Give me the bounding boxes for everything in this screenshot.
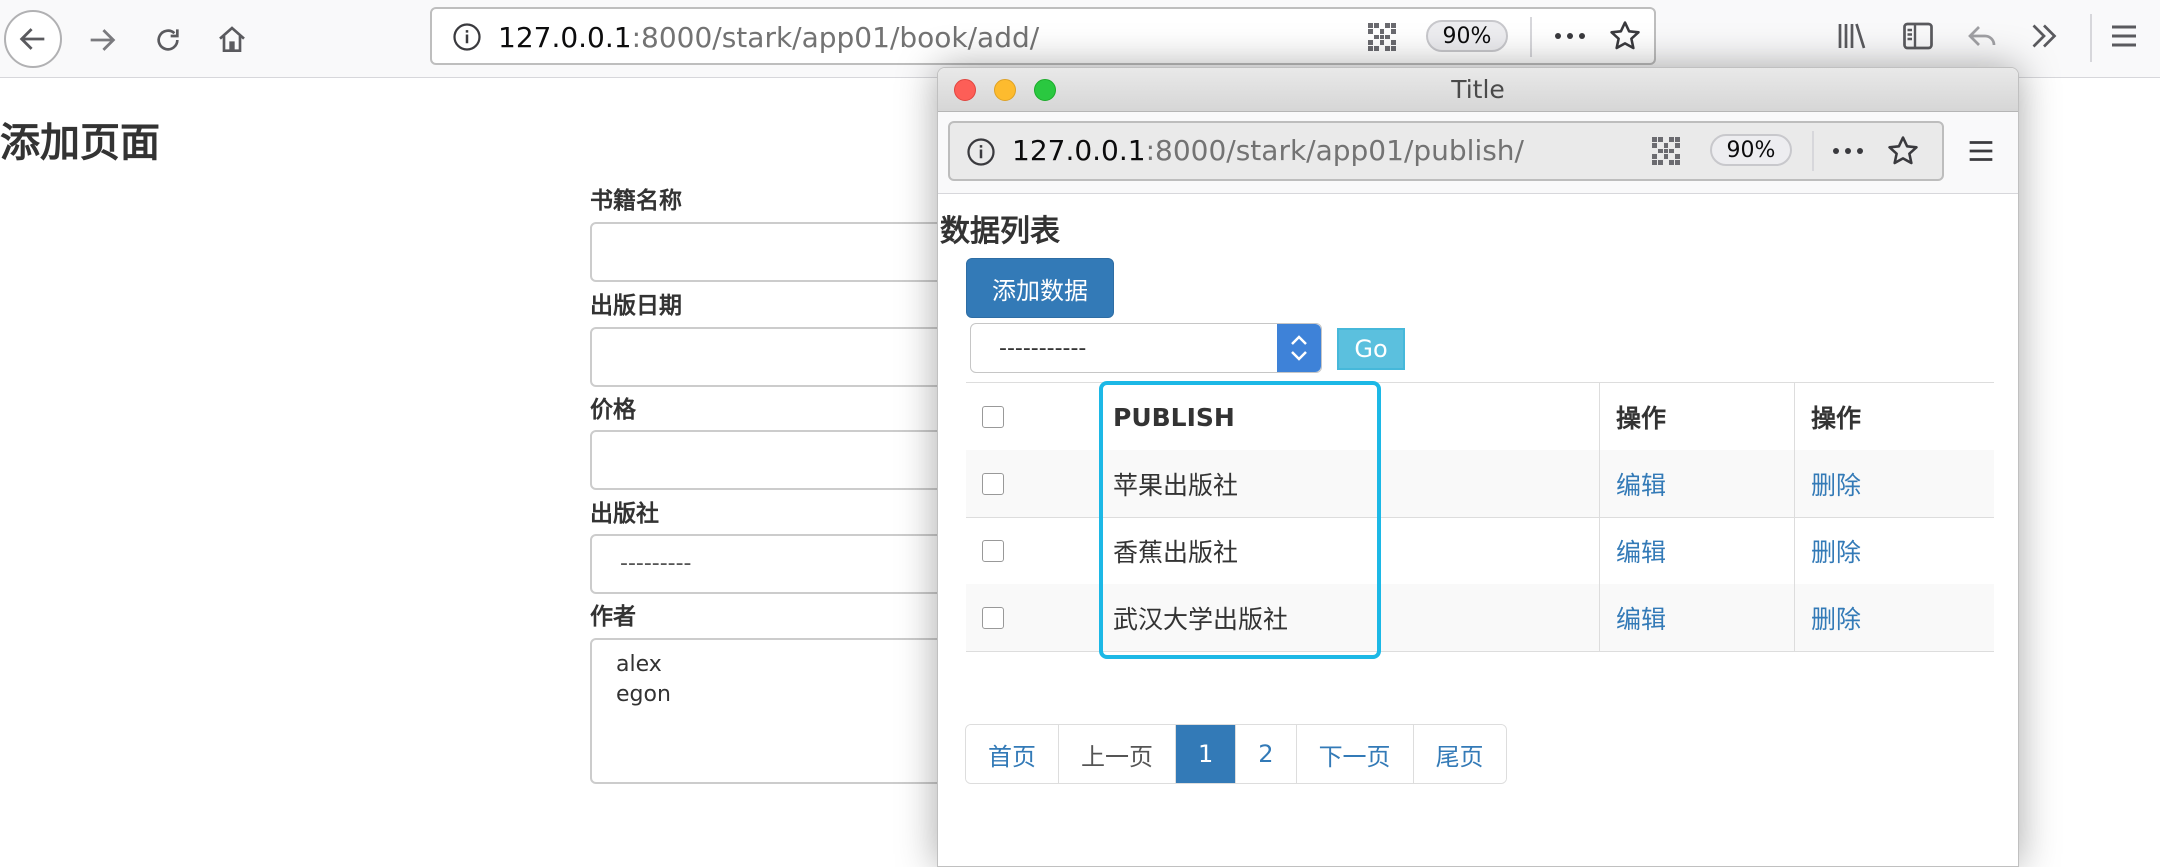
action-select-value: ----------- xyxy=(999,336,1087,361)
reply-icon[interactable] xyxy=(1964,18,2000,58)
divider xyxy=(2090,14,2092,62)
edit-cell: 编辑 xyxy=(1599,517,1811,584)
field-label-publish-date: 出版日期 xyxy=(590,293,682,319)
back-button[interactable] xyxy=(4,10,62,68)
popup-url-bar[interactable]: 127.0.0.1:8000/stark/app01/publish/ 90% xyxy=(948,121,1944,181)
delete-link[interactable]: 删除 xyxy=(1811,600,1861,636)
row-select-cell xyxy=(982,517,1004,584)
delete-link[interactable]: 删除 xyxy=(1811,533,1861,569)
edit-link[interactable]: 编辑 xyxy=(1616,533,1666,569)
field-label-price: 价格 xyxy=(590,397,636,423)
reload-button[interactable] xyxy=(146,18,190,62)
forward-button[interactable] xyxy=(80,18,124,62)
star-icon[interactable] xyxy=(1608,19,1642,57)
column-header-action-edit: 操作 xyxy=(1599,383,1811,451)
more-icon[interactable] xyxy=(1552,21,1588,55)
field-label-publisher: 出版社 xyxy=(590,501,659,527)
zoom-badge[interactable]: 90% xyxy=(1426,20,1508,52)
column-header-action-delete: 操作 xyxy=(1794,383,2011,451)
qr-code-icon[interactable] xyxy=(1368,23,1396,51)
add-data-button[interactable]: 添加数据 xyxy=(966,258,1114,318)
sidebar-icon[interactable] xyxy=(1900,18,1936,58)
row-select-cell xyxy=(982,450,1004,517)
page-title: 添加页面 xyxy=(0,120,160,166)
arrow-left-icon xyxy=(19,28,45,50)
page-last[interactable]: 尾页 xyxy=(1412,725,1506,783)
arrow-right-icon xyxy=(90,29,116,51)
row-checkbox[interactable] xyxy=(982,539,1004,562)
popup-url-text: 127.0.0.1:8000/stark/app01/publish/ xyxy=(1012,134,1524,167)
divider xyxy=(1530,17,1532,57)
edit-link[interactable]: 编辑 xyxy=(1616,466,1666,502)
delete-cell: 删除 xyxy=(1794,584,2011,651)
edit-cell: 编辑 xyxy=(1599,450,1811,517)
author-option-alex[interactable]: alex xyxy=(616,652,662,677)
row-checkbox[interactable] xyxy=(982,606,1004,629)
qr-code-icon[interactable] xyxy=(1652,137,1680,165)
popup-titlebar: Title xyxy=(938,68,2018,112)
popup-toolbar: 127.0.0.1:8000/stark/app01/publish/ 90% xyxy=(938,112,2018,194)
list-heading: 数据列表 xyxy=(940,214,1060,249)
divider xyxy=(1812,131,1814,171)
book-name-input[interactable] xyxy=(590,222,990,282)
menu-icon[interactable] xyxy=(1964,134,1998,172)
row-checkbox[interactable] xyxy=(982,472,1004,495)
reload-icon xyxy=(157,29,179,51)
page-first[interactable]: 首页 xyxy=(966,725,1058,783)
publish-date-input[interactable] xyxy=(590,327,990,387)
star-icon[interactable] xyxy=(1886,134,1920,172)
edit-link[interactable]: 编辑 xyxy=(1616,600,1666,636)
delete-link[interactable]: 删除 xyxy=(1811,466,1861,502)
select-all-cell xyxy=(982,383,1004,451)
overflow-chevrons-icon[interactable] xyxy=(2026,18,2062,58)
page-2[interactable]: 2 xyxy=(1235,725,1296,783)
popup-zoom-badge[interactable]: 90% xyxy=(1710,134,1792,166)
info-icon[interactable] xyxy=(966,137,996,171)
delete-cell: 删除 xyxy=(1794,517,2011,584)
price-input[interactable] xyxy=(590,430,990,490)
author-option-egon[interactable]: egon xyxy=(616,682,671,707)
publish-column-highlight xyxy=(1099,381,1381,659)
pagination: 首页 上一页 1 2 下一页 尾页 xyxy=(965,724,1507,784)
popup-window-title: Title xyxy=(1451,75,1505,104)
home-icon xyxy=(219,26,245,52)
page-next[interactable]: 下一页 xyxy=(1295,725,1413,783)
page-prev[interactable]: 上一页 xyxy=(1058,725,1175,783)
home-button[interactable] xyxy=(210,18,254,62)
page-1[interactable]: 1 xyxy=(1175,725,1236,783)
library-icon[interactable] xyxy=(1834,18,1870,58)
publisher-select[interactable]: --------- xyxy=(590,534,990,594)
edit-cell: 编辑 xyxy=(1599,584,1811,651)
row-select-cell xyxy=(982,584,1004,651)
go-button[interactable]: Go xyxy=(1337,328,1405,370)
delete-cell: 删除 xyxy=(1794,450,2011,517)
select-all-checkbox[interactable] xyxy=(982,406,1004,428)
select-arrows-icon[interactable] xyxy=(1277,324,1321,372)
url-bar[interactable]: 127.0.0.1:8000/stark/app01/book/add/ 90% xyxy=(430,7,1656,65)
field-label-book-name: 书籍名称 xyxy=(590,188,682,214)
menu-icon[interactable] xyxy=(2106,18,2142,58)
info-icon[interactable] xyxy=(452,22,482,56)
field-label-author: 作者 xyxy=(590,604,636,630)
more-icon[interactable] xyxy=(1830,136,1866,170)
url-text: 127.0.0.1:8000/stark/app01/book/add/ xyxy=(498,21,1040,54)
action-select[interactable]: ----------- xyxy=(970,323,1322,373)
